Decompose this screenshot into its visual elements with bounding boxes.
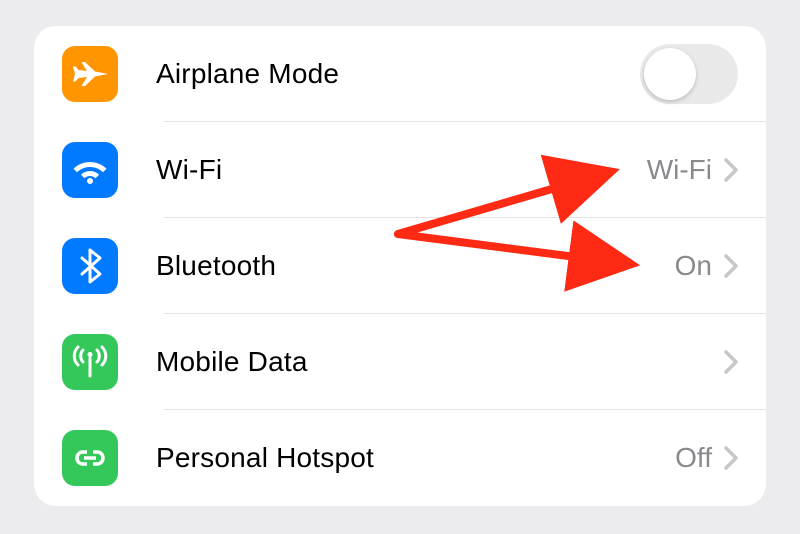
toggle-knob (644, 48, 696, 100)
airplane-toggle[interactable] (640, 44, 738, 104)
settings-group: Airplane Mode Wi-Fi Wi-Fi Blue (34, 26, 766, 506)
row-mobile-data[interactable]: Mobile Data (34, 314, 766, 410)
chevron-right-icon (724, 158, 738, 182)
wifi-value: Wi-Fi (647, 154, 712, 186)
mobile-data-icon (62, 334, 118, 390)
chevron-right-icon (724, 254, 738, 278)
hotspot-icon (62, 430, 118, 486)
bluetooth-icon (62, 238, 118, 294)
chevron-right-icon (724, 350, 738, 374)
row-personal-hotspot[interactable]: Personal Hotspot Off (34, 410, 766, 506)
hotspot-value: Off (675, 442, 712, 474)
hotspot-label: Personal Hotspot (156, 442, 374, 474)
mobile-data-label: Mobile Data (156, 346, 308, 378)
airplane-label: Airplane Mode (156, 58, 339, 90)
row-airplane-mode[interactable]: Airplane Mode (34, 26, 766, 122)
chevron-right-icon (724, 446, 738, 470)
airplane-icon (62, 46, 118, 102)
row-wifi[interactable]: Wi-Fi Wi-Fi (34, 122, 766, 218)
wifi-label: Wi-Fi (156, 154, 222, 186)
wifi-icon (62, 142, 118, 198)
bluetooth-value: On (675, 250, 712, 282)
bluetooth-label: Bluetooth (156, 250, 276, 282)
row-bluetooth[interactable]: Bluetooth On (34, 218, 766, 314)
